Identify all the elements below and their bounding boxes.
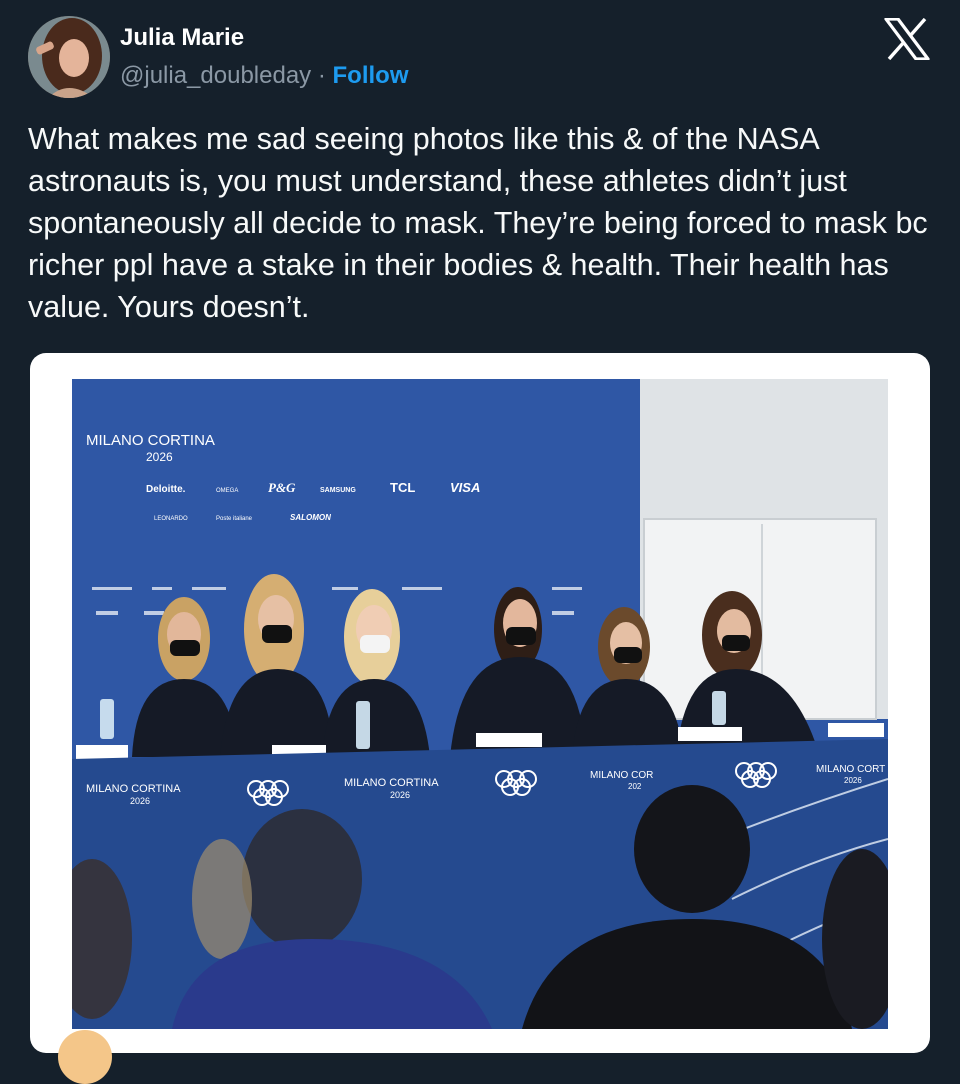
banner-title-2: MILANO CORTINA — [344, 777, 439, 789]
banner-title-3: MILANO COR — [590, 770, 653, 781]
avatar[interactable] — [28, 16, 110, 98]
sponsor-tcl: TCL — [390, 480, 415, 495]
display-name[interactable]: Julia Marie — [120, 24, 244, 52]
backdrop-title: MILANO CORTINA — [86, 432, 215, 449]
next-tweet-avatar[interactable] — [58, 1030, 112, 1084]
sponsor-omega: OMEGA — [216, 488, 238, 494]
handle-line: @julia_doubleday · Follow — [120, 62, 408, 90]
sponsor-poste: Poste italiane — [216, 516, 253, 522]
media-card[interactable]: MILANO CORTINA 2026 Deloitte. OMEGA P&G … — [30, 353, 930, 1053]
tweet-text: What makes me sad seeing photos like thi… — [28, 122, 928, 324]
banner-year-4: 2026 — [844, 776, 862, 785]
avatar-image — [28, 16, 110, 98]
sponsor-deloitte: Deloitte. — [146, 484, 186, 495]
banner-year-3: 202 — [628, 782, 642, 791]
banner-year-2: 2026 — [390, 790, 410, 800]
press-conference-photo: MILANO CORTINA 2026 Deloitte. OMEGA P&G … — [72, 379, 888, 1029]
backdrop-year: 2026 — [146, 450, 173, 464]
sponsor-pg: P&G — [268, 480, 296, 495]
x-logo-icon[interactable] — [884, 18, 930, 60]
sponsor-samsung: SAMSUNG — [320, 487, 356, 494]
separator-dot: · — [311, 62, 333, 89]
banner-title-1: MILANO CORTINA — [86, 783, 181, 795]
sponsor-visa: VISA — [450, 480, 480, 495]
follow-button[interactable]: Follow — [333, 62, 409, 89]
banner-year-1: 2026 — [130, 796, 150, 806]
sponsor-salomon: SALOMON — [290, 513, 331, 522]
sponsor-leonardo: LEONARDO — [154, 516, 188, 522]
banner-title-4: MILANO CORT — [816, 764, 885, 775]
tweet-header: Julia Marie @julia_doubleday · Follow — [0, 0, 960, 110]
user-handle[interactable]: @julia_doubleday — [120, 62, 311, 89]
